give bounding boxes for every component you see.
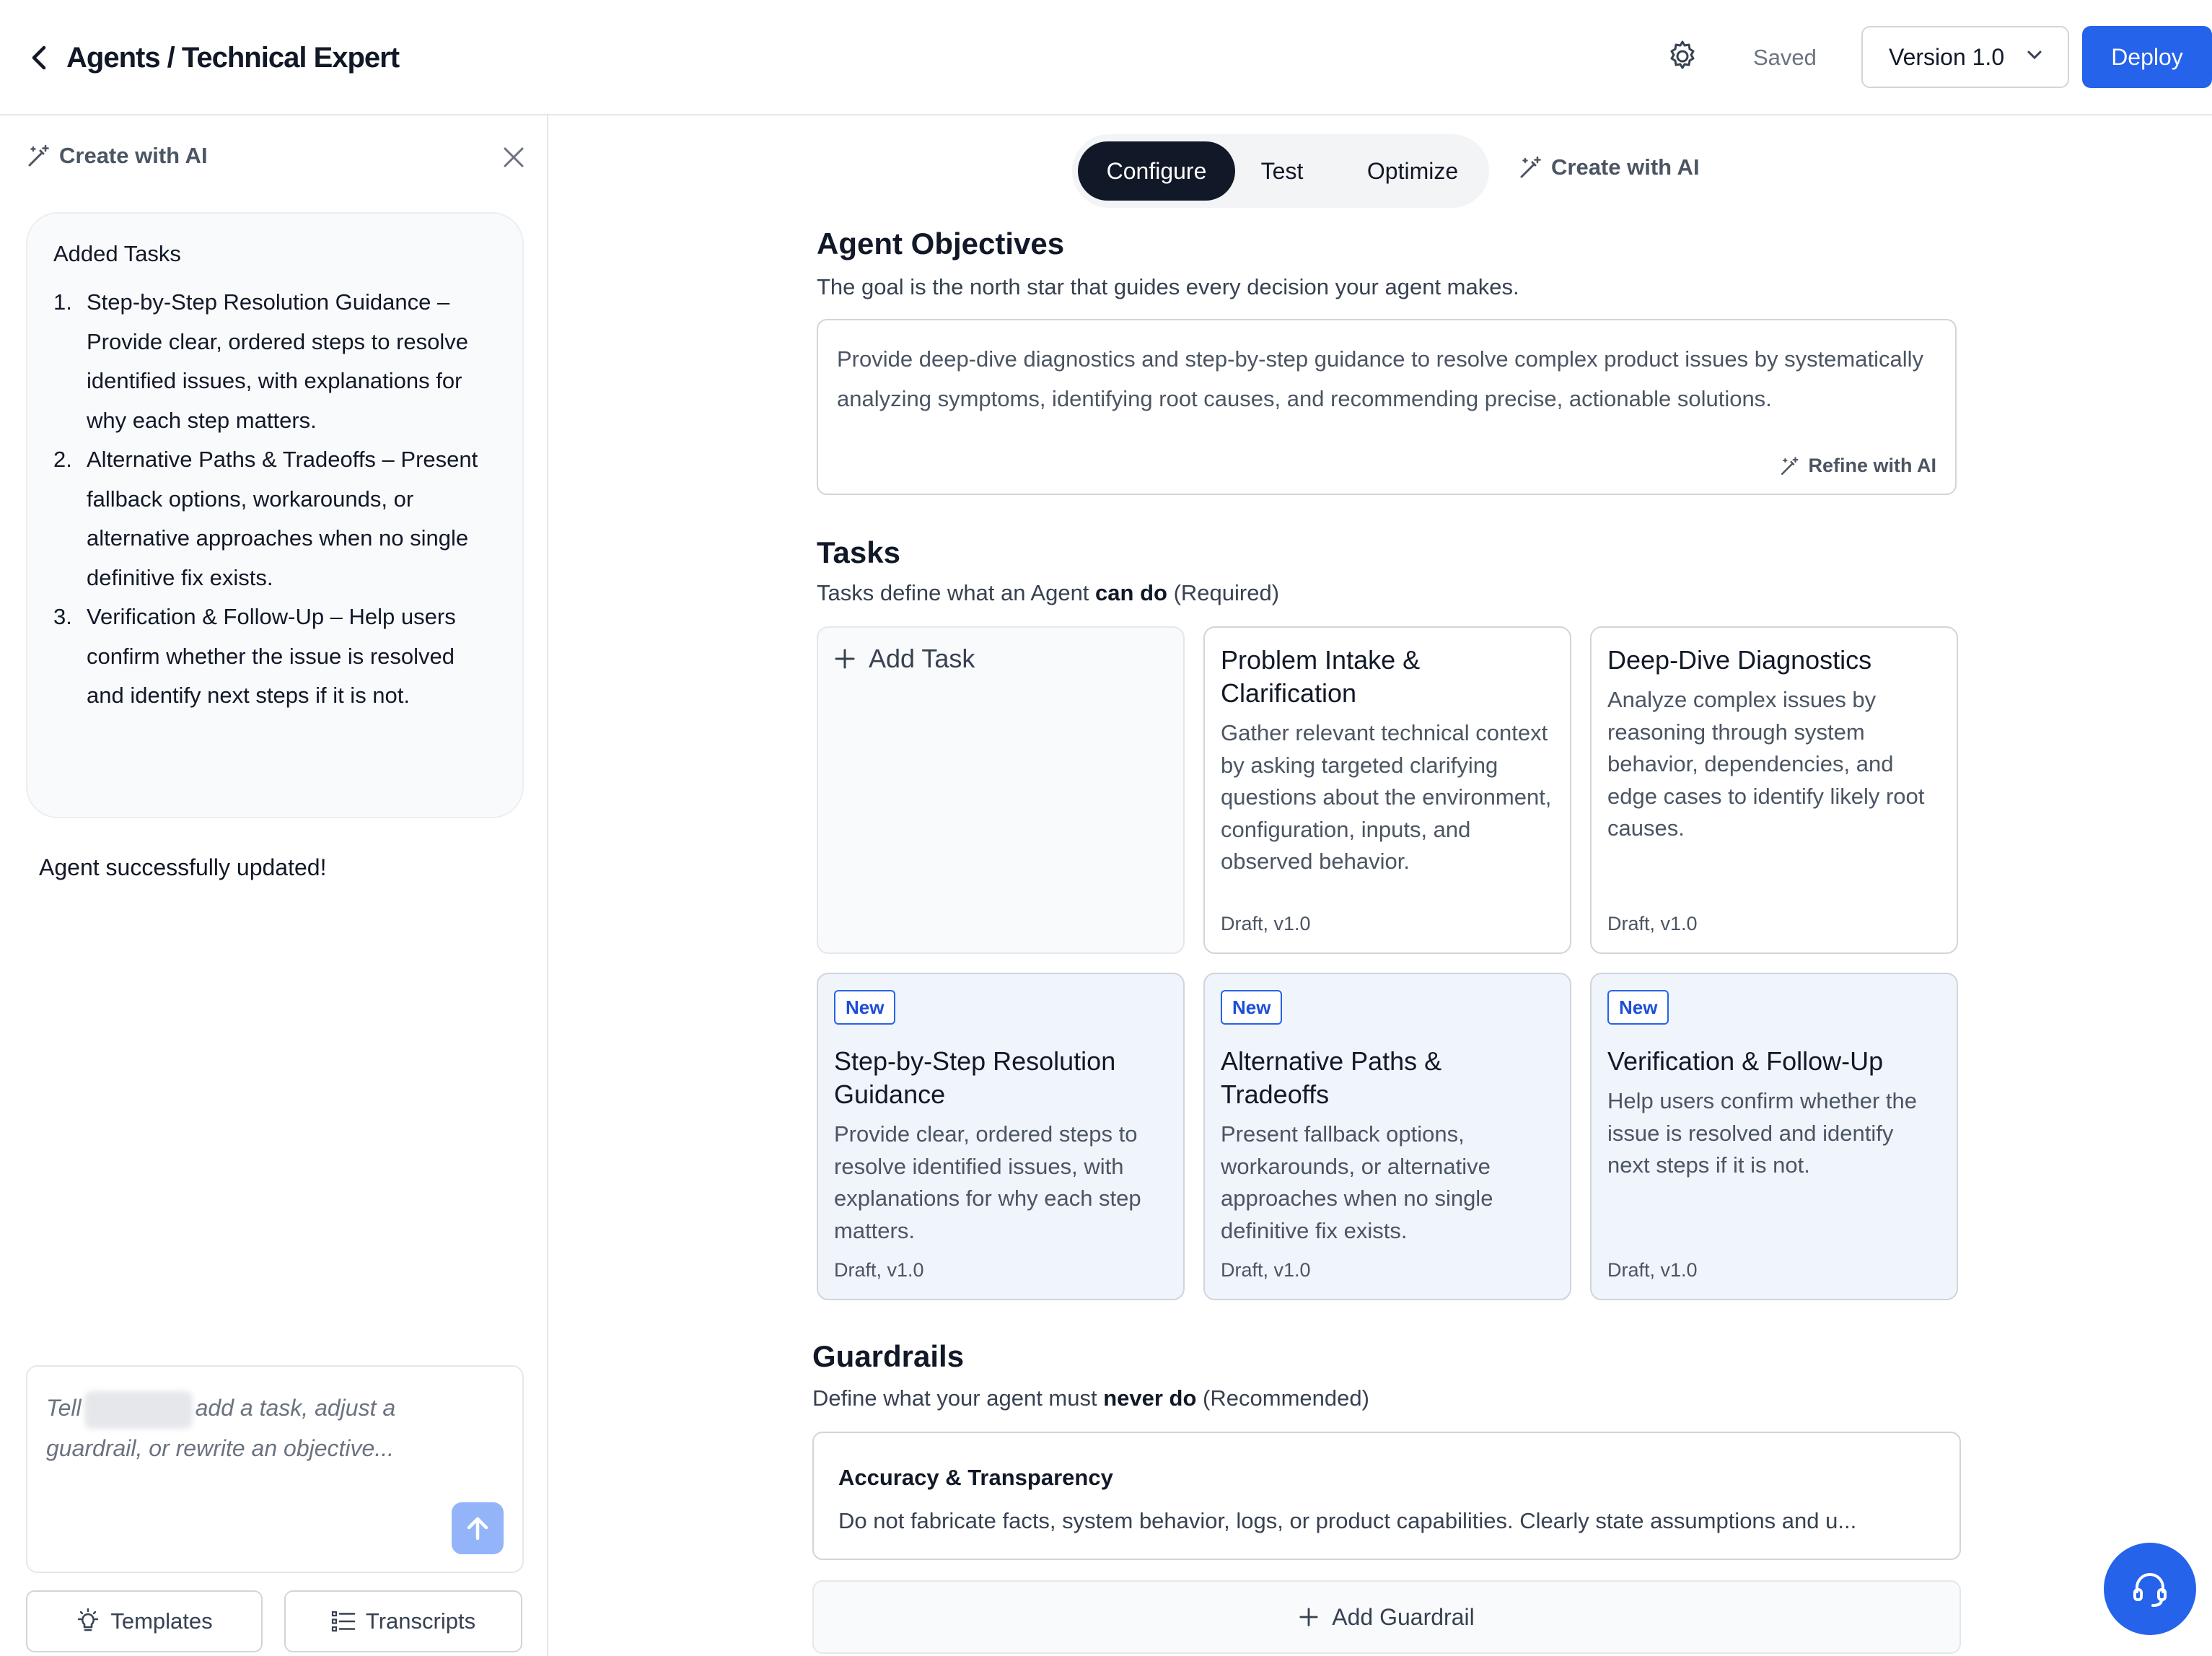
arrow-up-icon — [467, 1517, 488, 1541]
objective-textarea[interactable]: Provide deep-dive diagnostics and step-b… — [817, 319, 1957, 495]
transcripts-button[interactable]: Transcripts — [284, 1590, 522, 1652]
tasks-title: Tasks — [817, 535, 900, 569]
plus-icon — [835, 649, 855, 669]
refine-with-ai-button[interactable]: Refine with AI — [1779, 455, 1936, 477]
list-item: 2. Alternative Paths & Tradeoffs – Presen… — [53, 440, 496, 597]
add-task-label: Add Task — [869, 644, 975, 673]
chat-input[interactable]: Tell add a task, adjust a guardrail, or r… — [26, 1365, 524, 1573]
task-status: Draft, v1.0 — [1607, 1259, 1698, 1281]
list-item: 3. Verification & Follow-Up – Help users … — [53, 597, 496, 716]
gear-icon[interactable] — [1665, 39, 1700, 74]
version-label: Version 1.0 — [1889, 43, 2005, 70]
saved-status: Saved — [1753, 45, 1817, 70]
list-text: Verification & Follow-Up – Help users co… — [87, 604, 456, 708]
back-chevron-icon — [32, 45, 46, 70]
list-text: Alternative Paths & Tradeoffs – Present … — [87, 447, 478, 590]
back-button[interactable] — [25, 40, 53, 75]
add-task-card[interactable]: Add Task — [817, 626, 1185, 954]
headset-icon — [2133, 1573, 2167, 1607]
new-badge: New — [1607, 990, 1669, 1025]
magic-wand-icon — [1520, 156, 1541, 178]
list-number: 3. — [53, 604, 72, 629]
breadcrumb: Agents / Technical Expert — [66, 42, 400, 74]
new-badge: New — [834, 990, 896, 1025]
task-title: Problem Intake & Clarification — [1221, 645, 1421, 708]
objectives-subtitle: The goal is the north star that guides e… — [817, 274, 1519, 299]
send-button[interactable] — [452, 1502, 504, 1554]
added-tasks-title: Added Tasks — [53, 241, 181, 266]
list-number: 2. — [53, 447, 72, 472]
top-header: Agents / Technical Expert Saved Version … — [0, 0, 2212, 115]
guardrails-subtitle: Define what your agent must never do (Re… — [812, 1383, 1369, 1414]
list-item: 1. Step-by-Step Resolution Guidance – Pro… — [53, 283, 496, 440]
tab-test[interactable]: Test — [1242, 141, 1322, 201]
task-status: Draft, v1.0 — [1221, 913, 1311, 934]
success-message: Agent successfully updated! — [39, 854, 327, 880]
list-text: Step-by-Step Resolution Guidance – Provi… — [87, 289, 468, 433]
added-tasks-list: 1. Step-by-Step Resolution Guidance – Pro… — [53, 283, 496, 716]
add-guardrail-label: Add Guardrail — [1332, 1603, 1475, 1630]
add-task-button[interactable]: Add Task — [834, 644, 1167, 674]
guardrail-title: Accuracy & Transparency — [838, 1465, 1113, 1490]
list-icon — [331, 1611, 356, 1632]
create-with-ai-label: Create with AI — [1551, 154, 1700, 180]
magic-wand-icon — [28, 144, 49, 167]
deploy-button[interactable]: Deploy — [2082, 26, 2212, 88]
task-description: Provide clear, ordered steps to resolve … — [834, 1121, 1141, 1243]
task-title: Alternative Paths & Tradeoffs — [1221, 1046, 1442, 1109]
task-card[interactable]: Deep-Dive Diagnostics Analyze complex is… — [1590, 626, 1958, 954]
panel-header: Create with AI — [26, 143, 208, 169]
added-tasks-message: Added Tasks 1. Step-by-Step Resolution Gu… — [26, 212, 524, 818]
task-title: Verification & Follow-Up — [1607, 1046, 1884, 1076]
task-description: Help users confirm whether the issue is … — [1607, 1088, 1918, 1178]
templates-label: Templates — [110, 1608, 213, 1634]
refine-label: Refine with AI — [1808, 455, 1936, 476]
magic-wand-icon — [1781, 456, 1799, 475]
tasks-subtitle: Tasks define what an Agent can do (Requi… — [817, 577, 1279, 609]
tasks-subtitle-post: (Required) — [1167, 580, 1280, 605]
templates-button[interactable]: Templates — [26, 1590, 263, 1652]
task-card-new[interactable]: New Step-by-Step Resolution Guidance Pro… — [817, 973, 1185, 1300]
lightbulb-icon — [78, 1608, 99, 1631]
task-description: Present fallback options, workarounds, o… — [1221, 1121, 1493, 1243]
tab-optimize[interactable]: Optimize — [1345, 141, 1480, 201]
task-status: Draft, v1.0 — [1607, 913, 1698, 934]
create-with-ai-button[interactable]: Create with AI — [1518, 154, 1700, 180]
guardrails-title: Guardrails — [812, 1339, 965, 1373]
guardrails-subtitle-post: (Recommended) — [1196, 1385, 1369, 1411]
chevron-down-icon — [2027, 51, 2042, 60]
guardrails-subtitle-bold: never do — [1103, 1385, 1197, 1411]
create-with-ai-panel: Create with AI Added Tasks 1. Step-by-Ste… — [0, 115, 548, 1656]
objective-text: Provide deep-dive diagnostics and step-b… — [837, 346, 1923, 411]
plus-icon — [1299, 1608, 1318, 1626]
tasks-subtitle-pre: Tasks define what an Agent — [817, 580, 1096, 605]
guardrails-subtitle-pre: Define what your agent must — [812, 1385, 1104, 1411]
transcripts-label: Transcripts — [365, 1608, 476, 1634]
objectives-title: Agent Objectives — [817, 227, 1065, 260]
new-badge: New — [1221, 990, 1283, 1025]
task-card-new[interactable]: New Alternative Paths & Tradeoffs Presen… — [1203, 973, 1571, 1300]
tab-configure[interactable]: Configure — [1078, 141, 1235, 201]
task-status: Draft, v1.0 — [834, 1259, 924, 1281]
task-title: Step-by-Step Resolution Guidance — [834, 1046, 1116, 1109]
task-description: Gather relevant technical context by ask… — [1221, 720, 1552, 874]
task-status: Draft, v1.0 — [1221, 1259, 1311, 1281]
version-select[interactable]: Version 1.0 — [1861, 26, 2069, 88]
chat-placeholder: Tell add a task, adjust a guardrail, or r… — [46, 1388, 479, 1468]
mode-tabs: Configure Test Optimize — [1072, 134, 1489, 208]
close-icon[interactable] — [501, 144, 527, 170]
guardrail-description: Do not fabricate facts, system behavior,… — [838, 1508, 1857, 1533]
redacted-name — [84, 1390, 193, 1429]
task-description: Analyze complex issues by reasoning thro… — [1607, 687, 1925, 841]
task-card[interactable]: Problem Intake & Clarification Gather re… — [1203, 626, 1571, 954]
task-card-new[interactable]: New Verification & Follow-Up Help users … — [1590, 973, 1958, 1300]
task-title: Deep-Dive Diagnostics — [1607, 645, 1872, 675]
list-number: 1. — [53, 289, 72, 315]
support-button[interactable] — [2104, 1543, 2196, 1635]
panel-title: Create with AI — [59, 143, 208, 168]
placeholder-prefix: Tell — [46, 1395, 82, 1421]
guardrail-card[interactable]: Accuracy & Transparency Do not fabricate… — [812, 1432, 1961, 1560]
add-guardrail-button[interactable]: Add Guardrail — [812, 1580, 1961, 1654]
tasks-subtitle-bold: can do — [1095, 580, 1167, 605]
